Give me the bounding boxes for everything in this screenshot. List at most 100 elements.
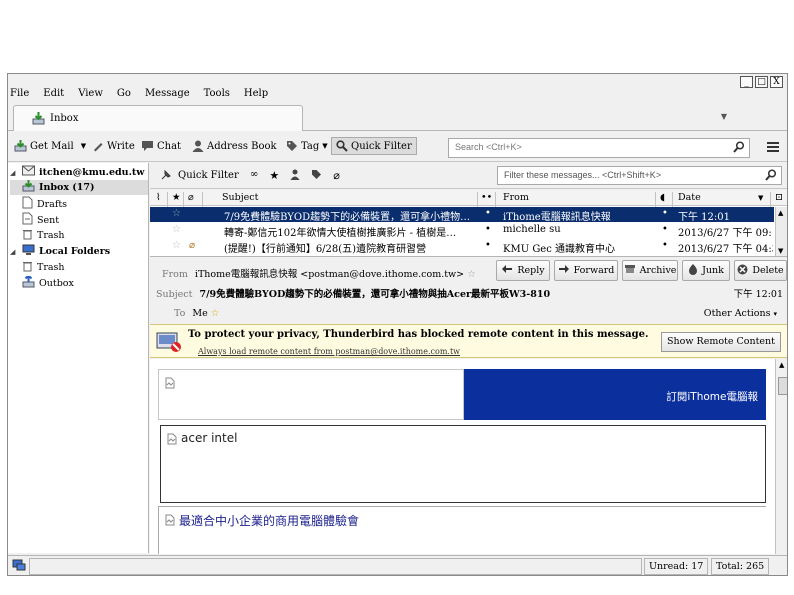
online-status-icon[interactable] bbox=[12, 559, 26, 575]
to-address[interactable]: Me bbox=[192, 308, 207, 319]
subscribe-banner[interactable]: 訂閱iThome電腦報 bbox=[464, 369, 766, 420]
collapse-icon[interactable]: ◢ bbox=[10, 247, 18, 256]
thread-scrollbar[interactable]: ▲ ▼ bbox=[775, 207, 787, 256]
junk-dot-icon[interactable]: • bbox=[662, 240, 668, 251]
menu-view[interactable]: View bbox=[78, 88, 103, 99]
unread-filter-icon[interactable]: ∞ bbox=[250, 169, 258, 183]
message-from: iThome電腦報訊息快報 bbox=[503, 212, 611, 223]
tab-inbox[interactable]: Inbox bbox=[13, 105, 303, 131]
scroll-down-icon[interactable]: ▼ bbox=[778, 247, 783, 255]
column-header: ⌇ ★ ⌀ Subject •• From ◖ Date ▼ ⊡ bbox=[150, 190, 787, 208]
reply-button[interactable]: Reply bbox=[496, 260, 550, 281]
message-row[interactable]: ☆ 轉寄-鄭信元102年欲情大使植樹推廣影片 - 植樹是… • michelle… bbox=[150, 223, 774, 239]
folder-trash[interactable]: Trash bbox=[22, 228, 65, 243]
status-message bbox=[29, 558, 642, 575]
folder-pane: ◢ itchen@kmu.edu.tw Inbox (17) Drafts Se… bbox=[8, 163, 149, 553]
folder-local-trash[interactable]: Trash bbox=[22, 260, 65, 275]
contact-filter-icon[interactable] bbox=[290, 169, 300, 183]
app-menu-icon[interactable] bbox=[767, 142, 779, 152]
account-icon bbox=[22, 165, 35, 179]
pin-icon[interactable] bbox=[160, 169, 172, 184]
address-book-button[interactable]: Address Book bbox=[192, 140, 277, 152]
delete-button[interactable]: Delete bbox=[734, 260, 787, 281]
thunderbird-window: _ □ X File Edit View Go Message Tools He… bbox=[7, 73, 788, 576]
message-date: 2013/6/27 下午 09:13 bbox=[678, 228, 773, 239]
collapse-icon[interactable]: ◢ bbox=[10, 168, 18, 177]
attachment-column-icon[interactable]: ⌀ bbox=[188, 192, 194, 203]
folder-drafts[interactable]: Drafts bbox=[22, 196, 67, 212]
menu-go[interactable]: Go bbox=[117, 88, 131, 99]
sent-icon bbox=[22, 212, 33, 228]
header-from: From iThome電腦報訊息快報 <postman@dove.ithome.… bbox=[162, 269, 476, 280]
read-dot-icon[interactable]: • bbox=[485, 240, 491, 251]
search-input[interactable]: Search <Ctrl+K> bbox=[448, 138, 750, 158]
other-actions-button[interactable]: Other Actions ▾ bbox=[704, 308, 777, 319]
filter-messages-input[interactable]: Filter these messages... <Ctrl+Shift+K> bbox=[497, 166, 782, 185]
star-column-icon[interactable]: ★ bbox=[172, 192, 181, 203]
get-mail-icon bbox=[14, 140, 27, 152]
header-subject: Subject 7/9免費體驗BYOD趨勢下的必備裝置，還可拿小禮物與抽Acer… bbox=[156, 289, 551, 300]
from-address[interactable]: iThome電腦報訊息快報 <postman@dove.ithome.com.t… bbox=[195, 269, 464, 280]
read-dot-icon[interactable]: • bbox=[485, 208, 491, 219]
minimize-button[interactable]: _ bbox=[740, 76, 753, 88]
folder-account[interactable]: ◢ itchen@kmu.edu.tw bbox=[10, 165, 144, 179]
archive-button[interactable]: Archive bbox=[622, 260, 678, 281]
menu-help[interactable]: Help bbox=[244, 88, 268, 99]
total-count: Total: 265 bbox=[711, 558, 770, 575]
scroll-up-icon[interactable]: ▲ bbox=[779, 361, 784, 369]
star-icon[interactable]: ☆ bbox=[172, 240, 181, 251]
star-icon[interactable]: ☆ bbox=[467, 269, 476, 280]
menu-tools[interactable]: Tools bbox=[204, 88, 230, 99]
star-icon[interactable]: ☆ bbox=[172, 208, 181, 219]
quick-filter-button[interactable]: Quick Filter bbox=[331, 137, 417, 155]
search-icon[interactable] bbox=[765, 169, 777, 183]
body-scrollbar[interactable]: ▲ bbox=[775, 359, 787, 554]
scroll-thumb[interactable] bbox=[778, 377, 787, 395]
image-placeholder-event[interactable]: 最適合中小企業的商用電腦體驗會 bbox=[158, 506, 766, 554]
menu-message[interactable]: Message bbox=[145, 88, 190, 99]
message-row[interactable]: ☆ 7/9免費體驗BYOD趨勢下的必備裝置，還可拿小禮物… • iThome電腦… bbox=[150, 207, 774, 223]
column-subject[interactable]: Subject bbox=[222, 192, 258, 203]
always-load-link[interactable]: Always load remote content from postman@… bbox=[198, 347, 460, 356]
column-from[interactable]: From bbox=[503, 192, 529, 203]
thread-column-icon[interactable]: ⌇ bbox=[156, 192, 161, 203]
read-column-icon[interactable]: •• bbox=[481, 192, 492, 203]
subscribe-link[interactable]: 訂閱iThome電腦報 bbox=[666, 389, 758, 404]
chat-button[interactable]: Chat bbox=[141, 140, 181, 152]
folder-sent[interactable]: Sent bbox=[22, 212, 59, 228]
star-icon[interactable]: ☆ bbox=[172, 224, 181, 235]
maximize-button[interactable]: □ bbox=[755, 76, 768, 88]
get-mail-button[interactable]: Get Mail ▼ bbox=[14, 140, 86, 152]
junk-dot-icon[interactable]: • bbox=[662, 224, 668, 235]
junk-dot-icon[interactable]: • bbox=[662, 208, 668, 219]
tag-button[interactable]: Tag ▼ bbox=[286, 140, 328, 152]
junk-column-icon[interactable]: ◖ bbox=[660, 192, 665, 203]
chevron-down-icon[interactable]: ▼ bbox=[758, 194, 763, 202]
folder-outbox[interactable]: Outbox bbox=[22, 274, 74, 291]
star-filter-icon[interactable]: ★ bbox=[269, 169, 279, 183]
scroll-up-icon[interactable]: ▲ bbox=[778, 209, 783, 217]
person-icon bbox=[192, 140, 204, 152]
chevron-down-icon[interactable]: ▼ bbox=[81, 142, 86, 150]
read-dot-icon[interactable]: • bbox=[485, 224, 491, 235]
search-icon[interactable] bbox=[733, 141, 745, 155]
tag-filter-icon[interactable] bbox=[311, 169, 322, 183]
folder-local-folders[interactable]: ◢ Local Folders bbox=[10, 244, 110, 259]
message-row[interactable]: ☆ ⌀ (提醒!)【行前通知】6/28(五)遺院教育研習營 • KMU Gec … bbox=[150, 239, 774, 255]
tab-list-chevron-icon[interactable]: ▼ bbox=[721, 112, 727, 121]
write-button[interactable]: Write bbox=[92, 140, 135, 152]
show-remote-content-button[interactable]: Show Remote Content bbox=[661, 332, 781, 352]
star-icon[interactable]: ☆ bbox=[211, 308, 220, 319]
junk-button[interactable]: Junk bbox=[682, 260, 730, 281]
column-date[interactable]: Date bbox=[678, 192, 701, 203]
menu-file[interactable]: File bbox=[10, 88, 29, 99]
close-button[interactable]: X bbox=[770, 76, 783, 88]
message-subject: 7/9免費體驗BYOD趨勢下的必備裝置，還可拿小禮物… bbox=[224, 212, 471, 223]
attachment-filter-icon[interactable]: ⌀ bbox=[333, 169, 340, 183]
forward-button[interactable]: Forward bbox=[554, 260, 618, 281]
menu-edit[interactable]: Edit bbox=[43, 88, 64, 99]
broken-image-icon bbox=[165, 514, 175, 529]
main-toolbar: Get Mail ▼ Write Chat Address Book Tag ▼… bbox=[8, 134, 787, 162]
column-picker-icon[interactable]: ⊡ bbox=[775, 192, 783, 203]
folder-inbox[interactable]: Inbox (17) bbox=[10, 180, 148, 195]
